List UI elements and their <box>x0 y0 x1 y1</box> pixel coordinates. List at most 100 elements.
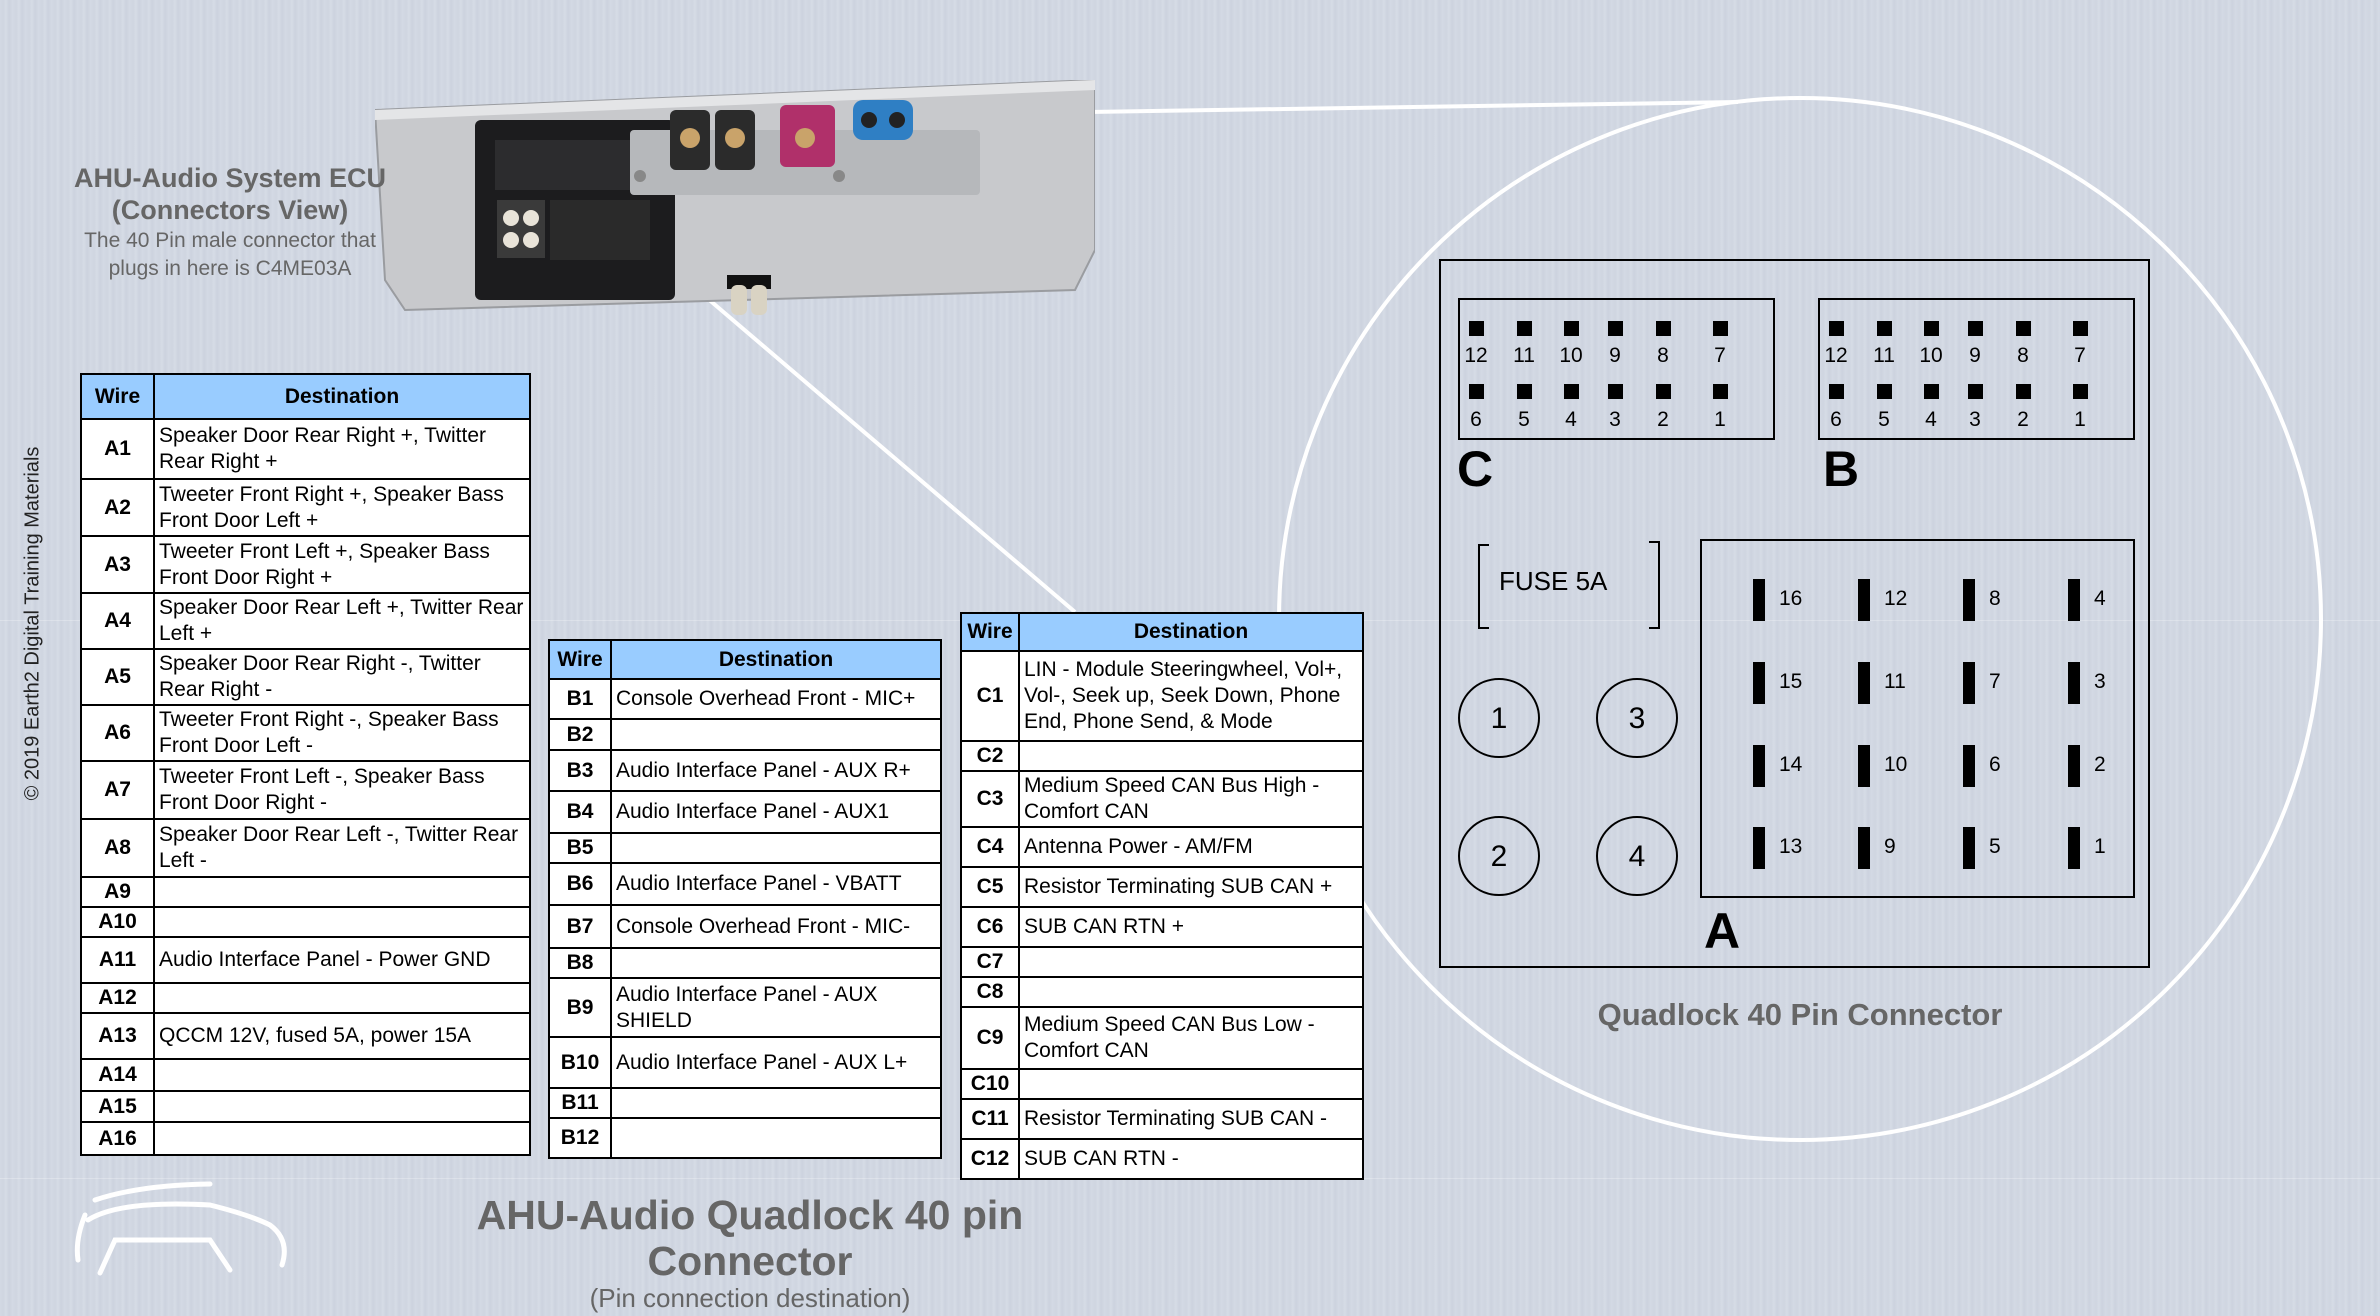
block-c-pin-label: 8 <box>1657 344 1669 367</box>
ecu-caption-note-2: plugs in here is C4ME03A <box>108 257 352 280</box>
wire-destination: Audio Interface Panel - AUX1 <box>610 790 942 834</box>
block-b-pin <box>2016 384 2031 399</box>
wire-id: B11 <box>548 1087 612 1119</box>
block-a-pin <box>1858 827 1870 869</box>
table-row: A16 <box>80 1121 531 1156</box>
callout-line-bottom <box>698 290 1077 614</box>
fuse-bracket-right <box>1649 541 1660 629</box>
block-a-label: A <box>1704 903 1740 959</box>
wire-id: A14 <box>80 1058 155 1092</box>
wire-id: B5 <box>548 832 612 864</box>
copyright-text: © 2019 Earth2 Digital Training Materials <box>21 446 44 801</box>
header-destination: Destination <box>153 373 531 420</box>
table-row: B2 <box>548 718 942 751</box>
block-c-pin-label: 1 <box>1714 408 1726 431</box>
wire-destination <box>1018 946 1364 978</box>
block-a-pin <box>2068 827 2080 869</box>
wire-id: C1 <box>960 650 1020 742</box>
header-wire: Wire <box>960 612 1020 652</box>
wire-id: C12 <box>960 1138 1020 1180</box>
block-b-pin <box>1924 321 1939 336</box>
wire-id: A11 <box>80 936 155 984</box>
wire-id: B12 <box>548 1117 612 1159</box>
wire-id: B3 <box>548 749 612 792</box>
block-c-pin-label: 5 <box>1518 408 1530 431</box>
header-wire: Wire <box>548 639 612 680</box>
block-a-pin-label: 2 <box>2094 753 2106 776</box>
block-c-pin-label: 3 <box>1609 408 1621 431</box>
wire-id: A8 <box>80 818 155 878</box>
wire-destination <box>1018 740 1364 772</box>
block-b-pins: 12 11 10 9 8 7 6 5 4 3 2 1 <box>1824 321 2088 431</box>
block-a-pin-label: 10 <box>1884 753 1907 776</box>
wire-destination <box>153 1090 531 1123</box>
table-row: A5 Speaker Door Rear Right -, Twitter Rea… <box>80 648 531 706</box>
block-a-pin-label: 16 <box>1779 587 1802 610</box>
block-c-pin-label: 2 <box>1657 408 1669 431</box>
wire-destination: Antenna Power - AM/FM <box>1018 826 1364 868</box>
ecu-caption-title-1: AHU-Audio System ECU <box>73 163 387 193</box>
table-row: C5 Resistor Terminating SUB CAN + <box>960 866 1364 908</box>
block-b-pin-label: 1 <box>2074 408 2086 431</box>
wire-destination: Speaker Door Rear Right +, Twitter Rear … <box>153 418 531 480</box>
block-a-pin <box>1963 745 1975 787</box>
block-c-pin-label: 6 <box>1470 408 1482 431</box>
table-row: C1 LIN - Module Steeringwheel, Vol+, Vol-… <box>960 650 1364 742</box>
wire-destination <box>610 832 942 864</box>
block-b-pin <box>1924 384 1939 399</box>
block-a-pin-label: 15 <box>1779 670 1802 693</box>
footer-title-block: AHU-Audio Quadlock 40 pin Connector (Pin… <box>380 1192 1120 1312</box>
wire-id: C7 <box>960 946 1020 978</box>
table-row: B1 Console Overhead Front - MIC+ <box>548 678 942 720</box>
block-c-pin <box>1517 384 1532 399</box>
wire-id: B2 <box>548 718 612 751</box>
wire-id: C8 <box>960 976 1020 1008</box>
block-b-pin-label: 11 <box>1873 344 1895 367</box>
wire-destination <box>153 906 531 938</box>
wire-id: B9 <box>548 977 612 1038</box>
table-row: C11 Resistor Terminating SUB CAN - <box>960 1098 1364 1140</box>
block-a-pin-label: 12 <box>1884 587 1907 610</box>
block-b-pin <box>1829 321 1844 336</box>
wire-destination: Speaker Door Rear Right -, Twitter Rear … <box>153 648 531 706</box>
wire-id: C11 <box>960 1098 1020 1140</box>
block-a-pin-label: 5 <box>1989 835 2001 858</box>
wire-destination <box>610 947 942 979</box>
wire-id: B8 <box>548 947 612 979</box>
wire-destination: QCCM 12V, fused 5A, power 15A <box>153 1012 531 1060</box>
table-row: A12 <box>80 982 531 1014</box>
block-c-pin <box>1469 321 1484 336</box>
table-row: A1 Speaker Door Rear Right +, Twitter Rea… <box>80 418 531 480</box>
wire-id: C4 <box>960 826 1020 868</box>
block-a-pin-label: 3 <box>2094 670 2106 693</box>
wire-id: A10 <box>80 906 155 938</box>
header-wire: Wire <box>80 373 155 420</box>
footer-title: AHU-Audio Quadlock 40 pin Connector <box>476 1192 1024 1284</box>
ecu-caption-note-1: The 40 Pin male connector that <box>84 229 376 252</box>
wire-destination: SUB CAN RTN - <box>1018 1138 1364 1180</box>
wire-destination: Tweeter Front Left -, Speaker Bass Front… <box>153 760 531 820</box>
wire-id: C9 <box>960 1006 1020 1070</box>
wire-destination <box>153 982 531 1014</box>
table-a-pins: Wire Destination A1 Speaker Door Rear Rig… <box>80 373 531 1156</box>
wire-id: C10 <box>960 1068 1020 1100</box>
table-row: C4 Antenna Power - AM/FM <box>960 826 1364 868</box>
block-c-pin <box>1517 321 1532 336</box>
block-b-pin-label: 8 <box>2017 344 2029 367</box>
block-c-pin <box>1713 321 1728 336</box>
wire-destination: Medium Speed CAN Bus High - Comfort CAN <box>1018 770 1364 828</box>
block-a-pin <box>1858 662 1870 704</box>
block-c-pin-label: 12 <box>1464 344 1487 367</box>
wire-id: A13 <box>80 1012 155 1060</box>
wire-id: A12 <box>80 982 155 1014</box>
block-b-pin <box>1877 321 1892 336</box>
table-row: A9 <box>80 876 531 908</box>
block-a-pin-label: 8 <box>1989 587 2001 610</box>
wire-destination: Audio Interface Panel - Power GND <box>153 936 531 984</box>
block-c-pin <box>1564 384 1579 399</box>
block-a-pin <box>2068 745 2080 787</box>
table-row: C12 SUB CAN RTN - <box>960 1138 1364 1180</box>
round-pin-label: 4 <box>1629 840 1646 873</box>
table-row: A11 Audio Interface Panel - Power GND <box>80 936 531 984</box>
block-b-pin-label: 6 <box>1830 408 1842 431</box>
